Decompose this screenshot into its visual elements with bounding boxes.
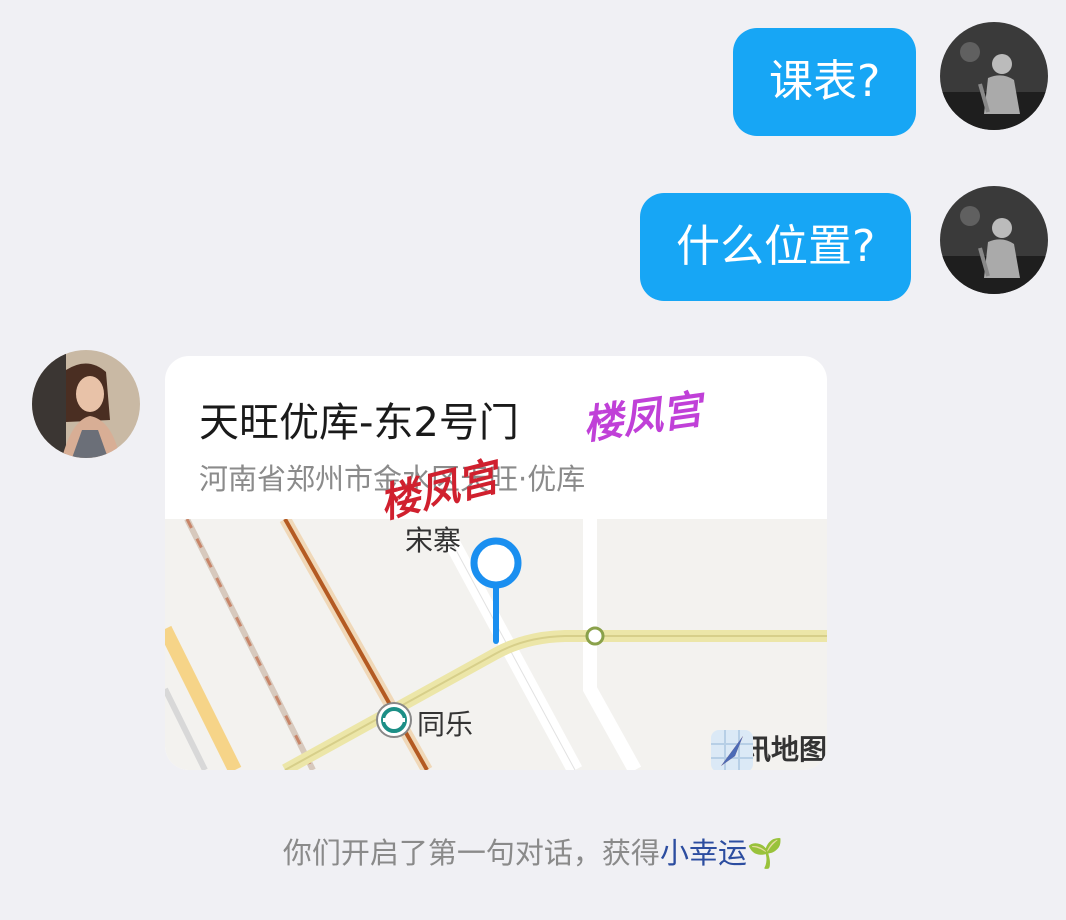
avatar-image: [32, 350, 140, 458]
message-text: 什么位置?: [676, 221, 876, 272]
map-label-top: 宋寨: [405, 524, 462, 557]
system-message-highlight[interactable]: 小幸运: [660, 836, 747, 870]
location-title: 天旺优库-东2号门: [199, 400, 519, 446]
avatar-image: [940, 22, 1048, 130]
system-message: 你们开启了第一句对话，获得小幸运🌱: [0, 830, 1066, 872]
location-card[interactable]: 天旺优库-东2号门 河南省郑州市金水区天旺·优库 宋寨 同乐 腾讯地图: [165, 356, 827, 770]
message-text: 课表?: [769, 56, 881, 107]
map-brand: 腾讯地图: [709, 728, 827, 770]
avatar-image: [940, 186, 1048, 294]
map-preview[interactable]: 宋寨 同乐 腾讯地图: [165, 519, 827, 770]
avatar-self[interactable]: [940, 186, 1048, 294]
message-bubble-outgoing[interactable]: 什么位置?: [640, 193, 912, 301]
avatar-contact[interactable]: [32, 350, 140, 458]
avatar-self[interactable]: [940, 22, 1048, 130]
message-bubble-outgoing[interactable]: 课表?: [733, 28, 917, 136]
system-message-prefix: 你们开启了第一句对话，获得: [282, 836, 660, 870]
tencent-map-icon: [710, 730, 753, 770]
map-label-station: 同乐: [417, 708, 474, 741]
sprout-icon: 🌱: [746, 836, 784, 870]
